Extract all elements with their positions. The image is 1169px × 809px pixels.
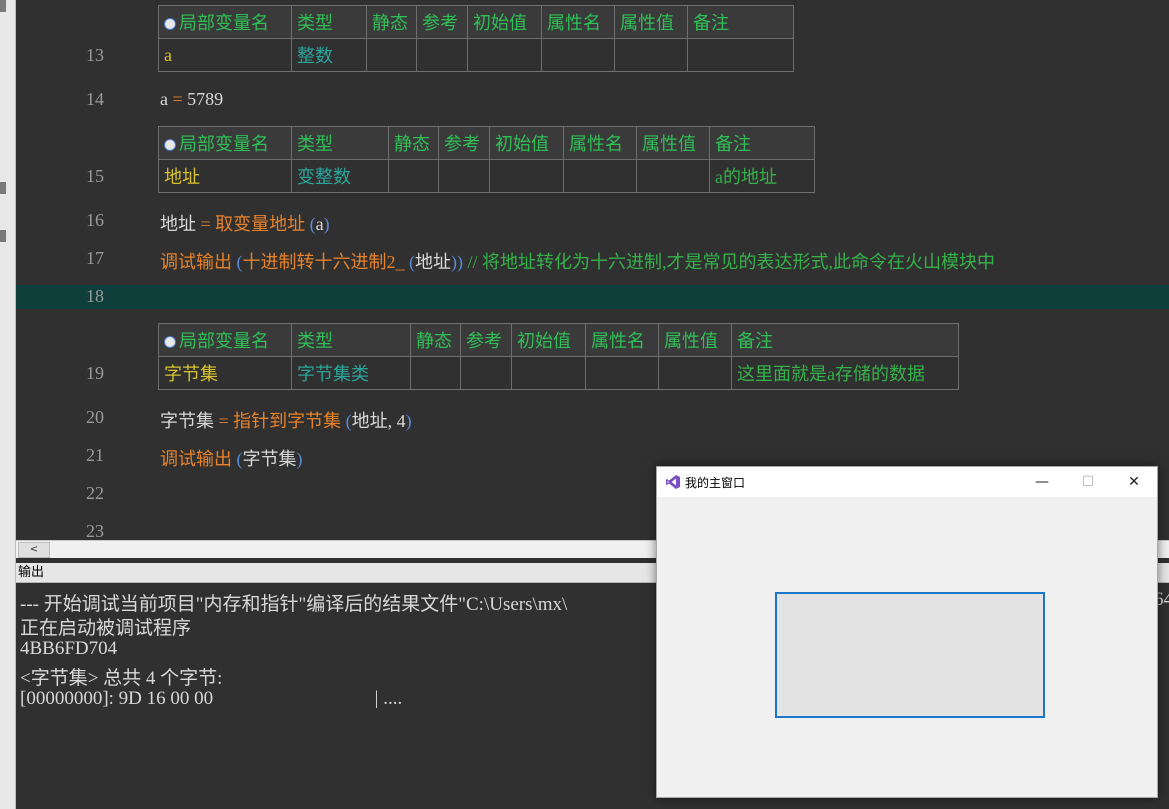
header-cell: 类型 [291,323,411,357]
header-cell: 类型 [291,5,367,39]
ref-cell[interactable] [438,159,490,193]
output-line: --- 开始调试当前项目"内存和指针"编译后的结果文件"C:\Users\mx\ [20,594,568,615]
local-variable-table[interactable]: 局部变量名 类型 静态 参考 初始值 属性名 属性值 备注 字节集 字节集类 这… [158,323,959,390]
prop-name-cell[interactable] [585,356,659,390]
code-line-20[interactable]: 字节集 = 指针到字节集 (地址, 4) [160,407,412,433]
header-cell: 局部变量名 [158,126,292,160]
header-cell: 备注 [687,5,794,39]
header-cell: 类型 [291,126,389,160]
header-cell: 局部变量名 [158,5,292,39]
prop-value-cell[interactable] [636,159,710,193]
line-number: 14 [86,89,104,109]
static-cell[interactable] [388,159,439,193]
code-line-21[interactable]: 调试输出 (字节集) [160,445,303,471]
left-panel-strip [0,0,16,809]
prop-name-cell[interactable] [541,38,615,72]
line-number: 18 [86,286,104,306]
scroll-left-button[interactable]: < [18,542,50,558]
header-cell: 备注 [709,126,815,160]
static-cell[interactable] [366,38,417,72]
header-cell: 静态 [388,126,439,160]
header-cell: 属性值 [636,126,710,160]
var-type-cell[interactable]: 变整数 [291,159,389,193]
header-cell: 静态 [366,5,417,39]
var-name-cell[interactable]: a [158,38,292,72]
local-variable-table[interactable]: 局部变量名 类型 静态 参考 初始值 属性名 属性值 备注 地址 变整数 a的地… [158,126,815,193]
window-title: 我的主窗口 [685,476,746,490]
line-number: 17 [86,248,104,268]
header-cell: 属性名 [541,5,615,39]
var-name-cell[interactable]: 字节集 [158,356,292,390]
header-cell: 初始值 [489,126,564,160]
pencil-icon [164,335,176,348]
line-number: 23 [86,521,104,540]
line-number: 21 [86,445,104,465]
line-number: 15 [86,166,104,186]
remark-cell[interactable] [687,38,794,72]
var-type-cell[interactable]: 整数 [291,38,367,72]
line-number: 13 [86,45,104,65]
strip-marker [0,0,6,12]
line-number: 16 [86,210,104,230]
code-line-17[interactable]: 调试输出 (十进制转十六进制2_ (地址)) // 将地址转化为十六进制,才是常… [160,248,995,274]
prop-value-cell[interactable] [658,356,732,390]
init-cell[interactable] [511,356,586,390]
static-cell[interactable] [410,356,461,390]
output-line: 4BB6FD704 [20,638,118,659]
header-cell: 静态 [410,323,461,357]
remark-cell[interactable]: a的地址 [709,159,815,193]
var-type-cell[interactable]: 字节集类 [291,356,411,390]
header-cell: 局部变量名 [158,323,292,357]
init-cell[interactable] [489,159,564,193]
strip-marker [0,182,6,194]
prop-value-cell[interactable] [614,38,688,72]
maximize-button[interactable]: ☐ [1065,467,1111,497]
close-button[interactable]: ✕ [1111,467,1157,497]
header-cell: 参考 [416,5,468,39]
header-cell: 属性值 [658,323,732,357]
window-titlebar[interactable]: 我的主窗口 — ☐ ✕ [657,467,1157,497]
code-line-16[interactable]: 地址 = 取变量地址 (a) [160,210,330,236]
header-cell: 参考 [460,323,512,357]
header-cell: 属性名 [585,323,659,357]
line-number: 20 [86,407,104,427]
output-line: [00000000]: 9D 16 00 00 | .... [20,688,403,709]
header-cell: 属性值 [614,5,688,39]
code-comment: // 将地址转化为十六进制,才是常见的表达形式,此命令在火山模块中 [467,252,996,272]
minimize-button[interactable]: — [1019,467,1065,497]
local-variable-table[interactable]: 局部变量名 类型 静态 参考 初始值 属性名 属性值 备注 a 整数 [158,5,794,72]
ref-cell[interactable] [460,356,512,390]
prop-name-cell[interactable] [563,159,637,193]
visual-studio-icon [666,475,680,489]
code-editor[interactable]: 13 14 15 16 17 18 19 20 21 22 23 局部变量名 类… [16,0,1169,540]
header-cell: 备注 [731,323,959,357]
strip-marker [0,230,6,242]
output-line: 正在启动被调试程序 [20,618,192,639]
header-cell: 初始值 [467,5,542,39]
var-name-cell[interactable]: 地址 [158,159,292,193]
init-cell[interactable] [467,38,542,72]
header-cell: 参考 [438,126,490,160]
content-panel[interactable] [775,592,1045,718]
ref-cell[interactable] [416,38,468,72]
header-cell: 属性名 [563,126,637,160]
code-line-14[interactable]: a = 5789 [160,89,223,110]
pencil-icon [164,138,176,151]
main-window[interactable]: 我的主窗口 — ☐ ✕ [656,466,1158,798]
header-cell: 初始值 [511,323,586,357]
pencil-icon [164,17,176,30]
line-number: 22 [86,483,104,503]
output-line: <字节集> 总共 4 个字节: [20,668,223,689]
line-number: 19 [86,363,104,383]
remark-cell[interactable]: 这里面就是a存储的数据 [731,356,959,390]
current-line-highlight [16,285,1169,309]
